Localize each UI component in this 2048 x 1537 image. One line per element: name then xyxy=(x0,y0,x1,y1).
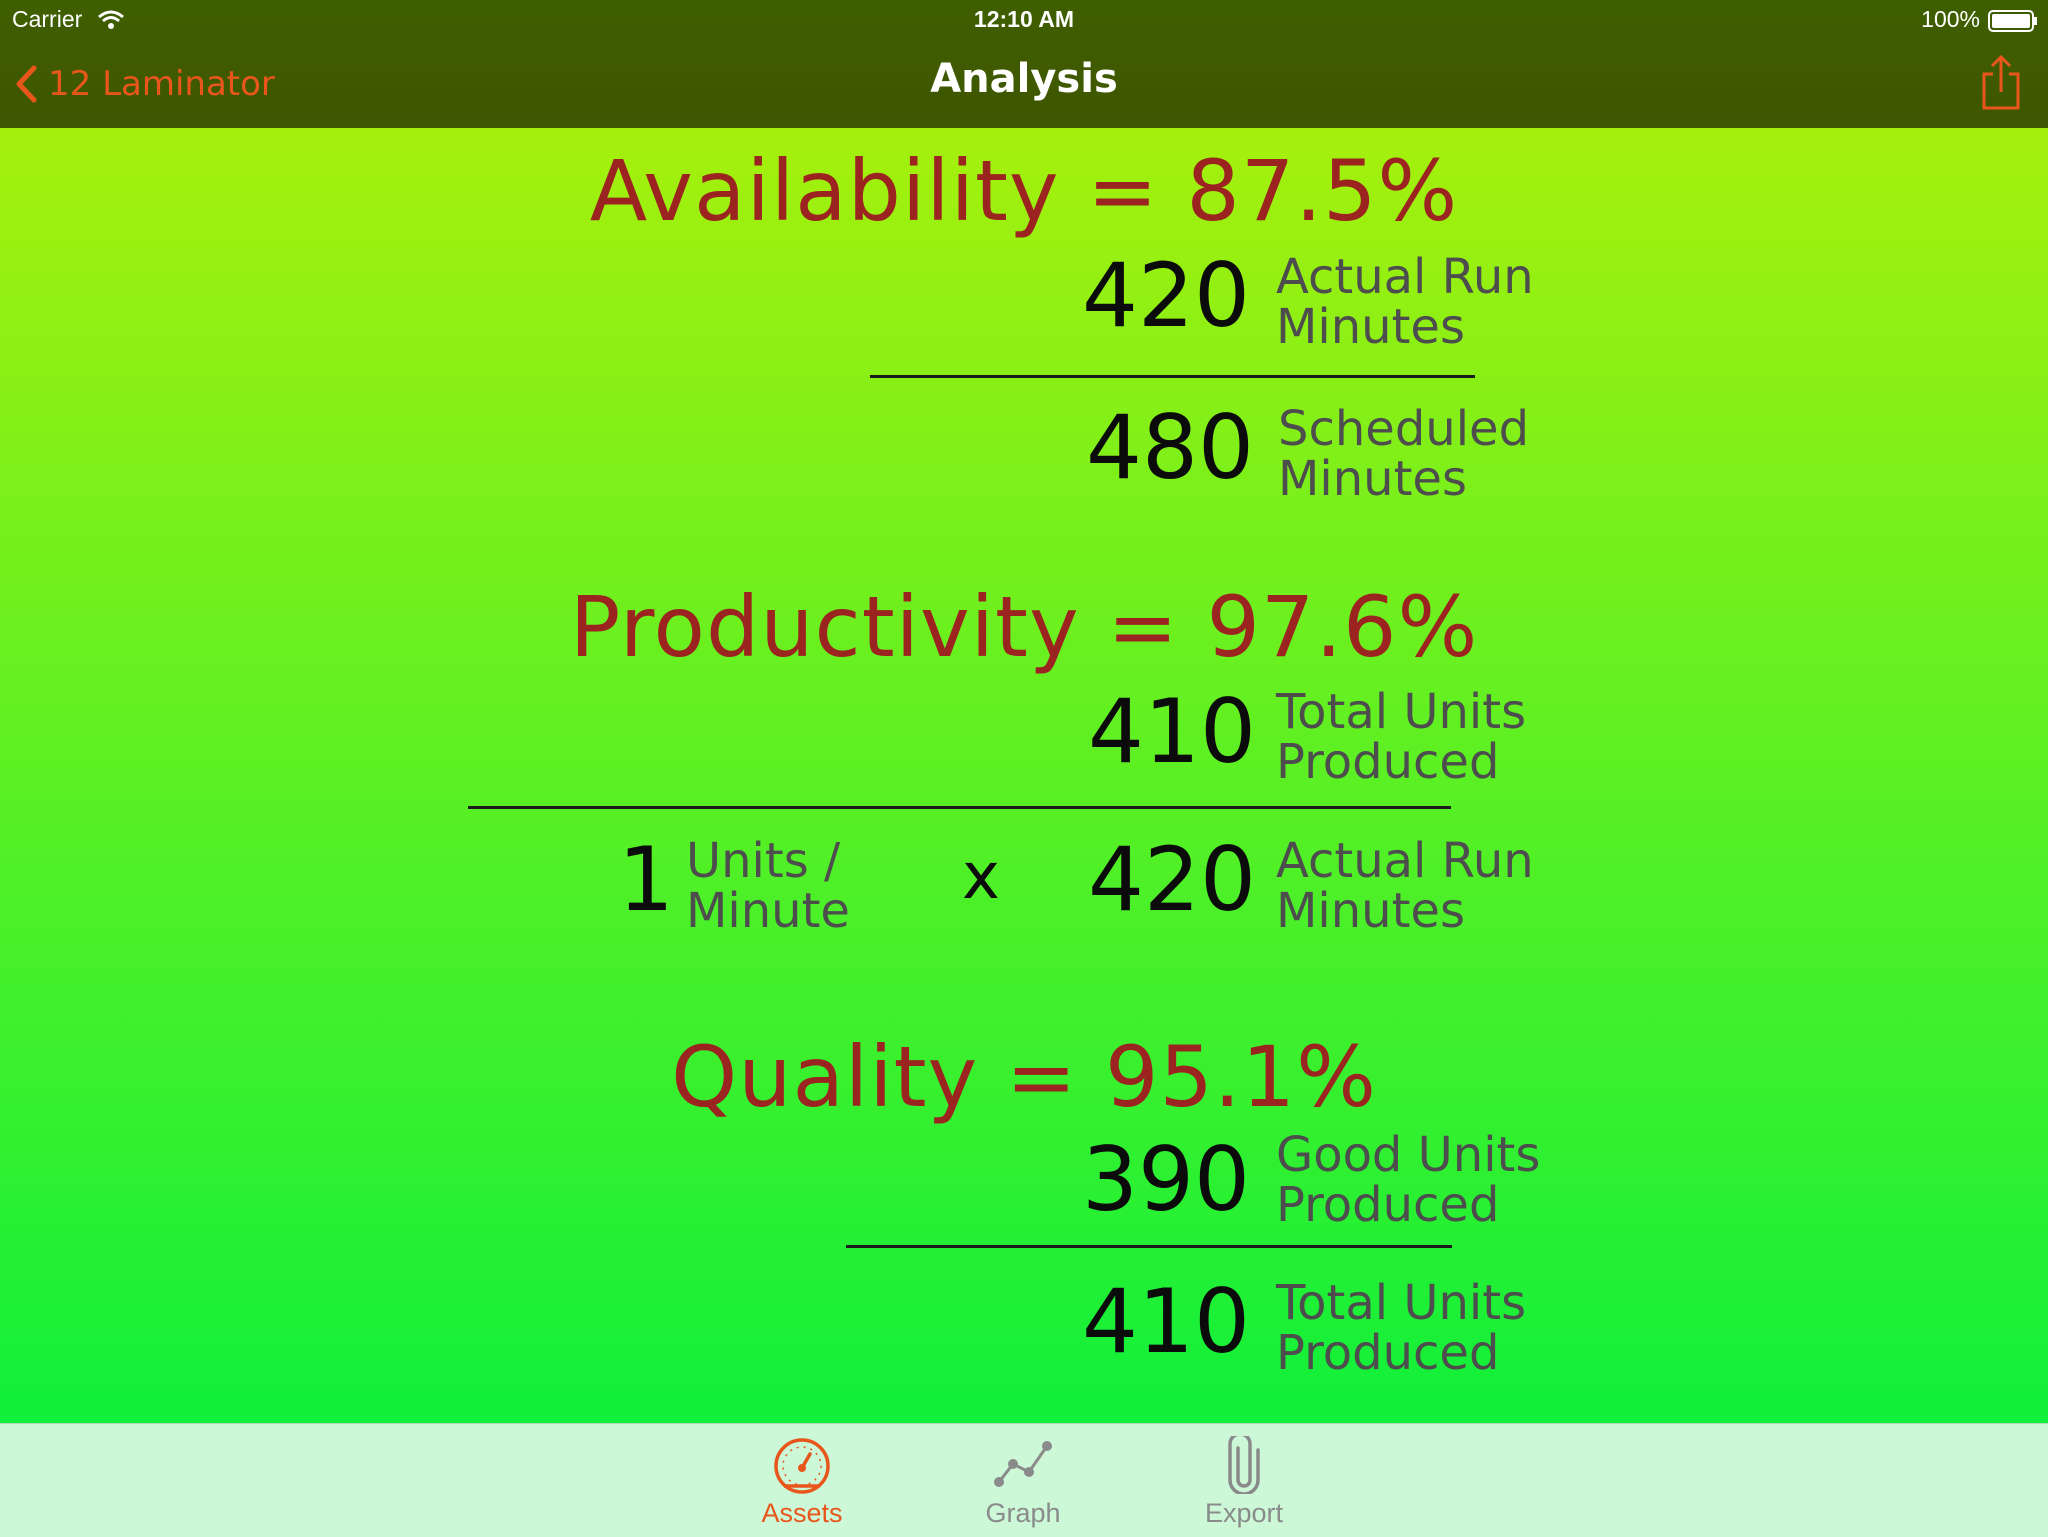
tab-bar: Assets Graph Export xyxy=(0,1423,2048,1537)
share-icon xyxy=(1982,54,2020,110)
availability-numerator-label: Actual Run Minutes xyxy=(1276,249,1534,355)
tab-export[interactable]: Export xyxy=(1164,1424,1324,1537)
analysis-content: Availability = 87.5% 420 Actual Run Minu… xyxy=(0,128,2048,1423)
tab-export-label: Export xyxy=(1204,1498,1284,1528)
quality-heading: Quality = 95.1% xyxy=(671,1028,1377,1126)
paperclip-icon xyxy=(1228,1436,1260,1494)
quality-numerator-value: 390 xyxy=(1082,1128,1250,1231)
quality-numerator-label: Good Units Produced xyxy=(1276,1127,1541,1233)
productivity-run-label: Actual Run Minutes xyxy=(1276,833,1534,939)
multiply-sign: x xyxy=(962,840,1000,914)
productivity-run-value: 420 xyxy=(1088,828,1256,931)
tab-graph-label: Graph xyxy=(985,1498,1061,1528)
productivity-fraction-line xyxy=(468,806,1451,809)
productivity-numerator-value: 410 xyxy=(1088,680,1256,783)
clock: 12:10 AM xyxy=(973,6,1075,32)
productivity-heading: Productivity = 97.6% xyxy=(569,578,1479,676)
productivity-rate-label: Units / Minute xyxy=(686,833,850,939)
battery-percent: 100% xyxy=(1921,6,1980,32)
tab-assets[interactable]: Assets xyxy=(722,1424,882,1537)
availability-fraction-line xyxy=(870,375,1475,378)
availability-denominator-label: Scheduled Minutes xyxy=(1278,401,1530,507)
quality-denominator-value: 410 xyxy=(1082,1270,1250,1373)
availability-heading: Availability = 87.5% xyxy=(589,142,1459,240)
productivity-numerator-label: Total Units Produced xyxy=(1276,684,1527,790)
availability-numerator-value: 420 xyxy=(1082,244,1250,347)
page-title: Analysis xyxy=(930,56,1118,102)
navigation-bar: Carrier 12:10 AM 100% 12 Laminator Analy… xyxy=(0,0,2048,128)
gauge-icon xyxy=(774,1438,830,1494)
productivity-rate-value: 1 xyxy=(618,828,674,931)
quality-denominator-label: Total Units Produced xyxy=(1276,1275,1527,1381)
graph-icon xyxy=(994,1441,1052,1487)
share-button[interactable] xyxy=(1976,54,2026,112)
battery-icon xyxy=(1988,10,2038,36)
availability-denominator-value: 480 xyxy=(1086,396,1254,499)
tab-assets-label: Assets xyxy=(761,1498,843,1528)
tab-graph[interactable]: Graph xyxy=(943,1424,1103,1537)
quality-fraction-line xyxy=(846,1245,1452,1248)
